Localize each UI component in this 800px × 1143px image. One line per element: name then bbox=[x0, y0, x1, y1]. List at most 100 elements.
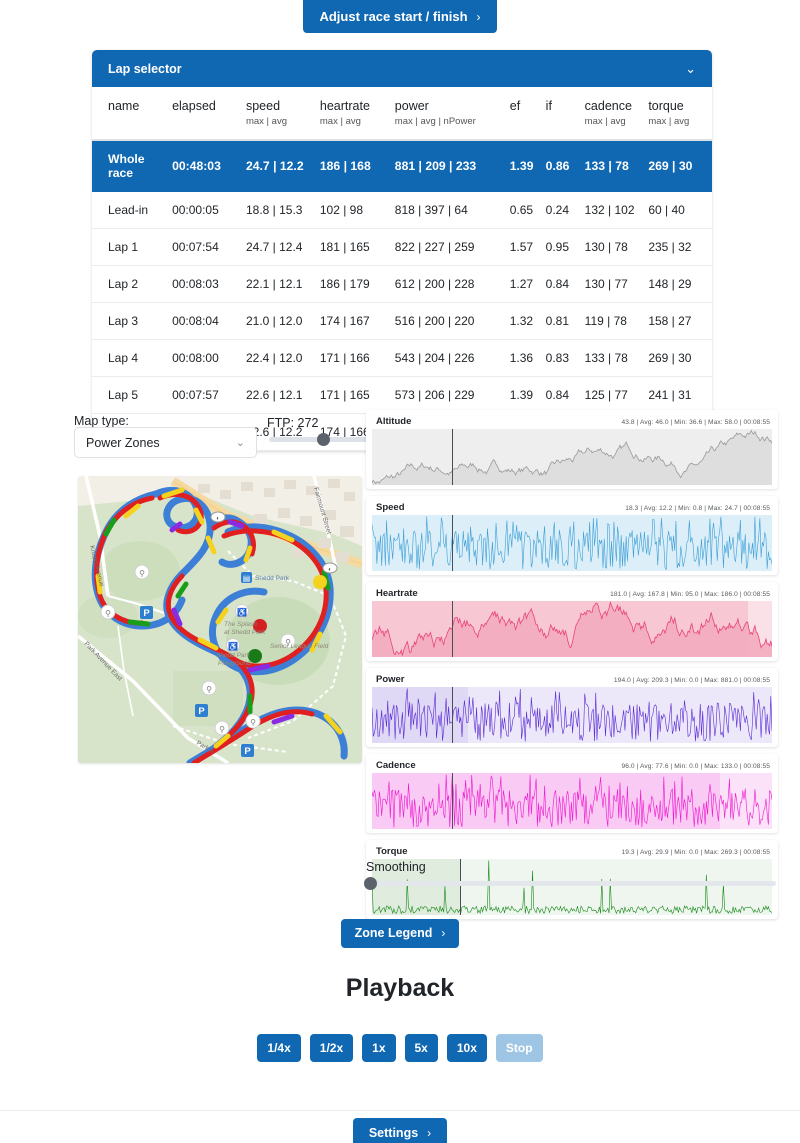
cell-cadence: 125 | 77 bbox=[585, 377, 649, 414]
col-elapsed: elapsed bbox=[172, 87, 246, 140]
smoothing-label: Smoothing bbox=[366, 860, 426, 874]
zone-legend-button[interactable]: Zone Legend › bbox=[341, 919, 460, 948]
table-row[interactable]: Lap 400:08:0022.4 | 12.0171 | 166543 | 2… bbox=[92, 340, 712, 377]
route-map[interactable]: ⚲ ⚲ ⚲ ⚲ ⚲ ⚲ ♿ ♿ P bbox=[78, 476, 362, 763]
cell-elapsed: 00:08:00 bbox=[172, 340, 246, 377]
col-power-label: power bbox=[395, 99, 429, 113]
chevron-right-icon: › bbox=[427, 1127, 431, 1139]
svg-text:P: P bbox=[198, 706, 205, 717]
cell-if: 0.84 bbox=[546, 266, 585, 303]
cell-speed: 22.4 | 12.0 bbox=[246, 340, 320, 377]
chart-cursor-line bbox=[460, 859, 461, 915]
ftp-slider-thumb[interactable] bbox=[317, 433, 330, 446]
table-row[interactable]: Lap 200:08:0322.1 | 12.1186 | 179612 | 2… bbox=[92, 266, 712, 303]
col-heartrate-sub: max | avg bbox=[320, 116, 395, 127]
svg-text:⚲: ⚲ bbox=[139, 569, 145, 578]
cell-if: 0.84 bbox=[546, 377, 585, 414]
cell-elapsed: 00:08:03 bbox=[172, 266, 246, 303]
chart-plot[interactable] bbox=[372, 859, 772, 915]
svg-text:♿: ♿ bbox=[228, 641, 238, 651]
cell-name: Lap 3 bbox=[92, 303, 172, 340]
cell-if: 0.95 bbox=[546, 229, 585, 266]
adjust-label: Adjust race start / finish bbox=[319, 10, 467, 23]
cell-heartrate: 186 | 179 bbox=[320, 266, 395, 303]
cell-cadence: 130 | 77 bbox=[585, 266, 649, 303]
chart-cursor-line bbox=[452, 773, 453, 829]
playback-button-1x[interactable]: 1x bbox=[362, 1034, 395, 1062]
metric-charts-column: Altitude43.8 | Avg: 46.0 | Min: 36.6 | M… bbox=[366, 410, 778, 926]
cell-ef: 1.36 bbox=[510, 340, 546, 377]
chart-title: Speed bbox=[376, 502, 405, 513]
playback-button-5x[interactable]: 5x bbox=[405, 1034, 438, 1062]
playback-button-12x[interactable]: 1/2x bbox=[310, 1034, 353, 1062]
chart-altitude[interactable]: Altitude43.8 | Avg: 46.0 | Min: 36.6 | M… bbox=[366, 410, 778, 489]
chart-title: Heartrate bbox=[376, 588, 418, 599]
col-elapsed-label: elapsed bbox=[172, 99, 216, 113]
chevron-right-icon: › bbox=[441, 927, 445, 939]
chart-stats: 181.0 | Avg: 167.8 | Min: 95.0 | Max: 18… bbox=[610, 591, 770, 598]
lap-selector-header[interactable]: Lap selector ⌄ bbox=[92, 50, 712, 87]
chart-stats: 96.0 | Avg: 77.6 | Min: 0.0 | Max: 133.0… bbox=[621, 763, 770, 770]
cell-cadence: 130 | 78 bbox=[585, 229, 649, 266]
smoothing-slider-thumb[interactable] bbox=[364, 877, 377, 890]
playback-button-14x[interactable]: 1/4x bbox=[257, 1034, 300, 1062]
chart-cursor-line bbox=[452, 687, 453, 743]
svg-text:▤: ▤ bbox=[243, 574, 251, 583]
table-row[interactable]: Lap 100:07:5424.7 | 12.4181 | 165822 | 2… bbox=[92, 229, 712, 266]
chart-title: Torque bbox=[376, 846, 408, 857]
zone-legend-bar: Zone Legend › bbox=[0, 919, 800, 948]
chart-cadence[interactable]: Cadence96.0 | Avg: 77.6 | Min: 0.0 | Max… bbox=[366, 754, 778, 833]
table-row[interactable]: Lap 300:08:0421.0 | 12.0174 | 167516 | 2… bbox=[92, 303, 712, 340]
map-label-playground-2: Playground bbox=[218, 660, 251, 667]
chart-speed[interactable]: Speed18.3 | Avg: 12.2 | Min: 0.8 | Max: … bbox=[366, 496, 778, 575]
cell-torque: 148 | 29 bbox=[648, 266, 712, 303]
cell-name: Lap 2 bbox=[92, 266, 172, 303]
chart-torque[interactable]: Torque19.3 | Avg: 29.9 | Min: 0.0 | Max:… bbox=[366, 840, 778, 919]
playback-button-stop: Stop bbox=[496, 1034, 543, 1062]
cell-ef: 0.65 bbox=[510, 192, 546, 229]
table-row[interactable]: Whole race00:48:0324.7 | 12.2186 | 16888… bbox=[92, 140, 712, 192]
chevron-down-icon: ⌄ bbox=[685, 61, 696, 77]
cell-ef: 1.57 bbox=[510, 229, 546, 266]
settings-button[interactable]: Settings › bbox=[353, 1118, 447, 1143]
cell-speed: 24.7 | 12.2 bbox=[246, 140, 320, 192]
table-row[interactable]: Lap 500:07:5722.6 | 12.1171 | 165573 | 2… bbox=[92, 377, 712, 414]
cell-ef: 1.39 bbox=[510, 140, 546, 192]
cell-cadence: 133 | 78 bbox=[585, 340, 649, 377]
chart-heartrate[interactable]: Heartrate 181.0 | Avg: 167.8 | Min: 95.0 … bbox=[366, 582, 778, 661]
chart-plot[interactable] bbox=[372, 773, 772, 829]
col-speed-sub: max | avg bbox=[246, 116, 320, 127]
cell-name: Whole race bbox=[92, 140, 172, 192]
playback-controls: 1/4x 1/2x 1x 5x 10x Stop bbox=[0, 1034, 800, 1062]
smoothing-slider[interactable] bbox=[364, 881, 776, 886]
cell-if: 0.81 bbox=[546, 303, 585, 340]
chart-plot[interactable] bbox=[372, 515, 772, 571]
cell-name: Lap 4 bbox=[92, 340, 172, 377]
chart-power[interactable]: Power194.0 | Avg: 209.3 | Min: 0.0 | Max… bbox=[366, 668, 778, 747]
svg-text:♿: ♿ bbox=[237, 607, 247, 617]
cell-if: 0.83 bbox=[546, 340, 585, 377]
col-name: name bbox=[92, 87, 172, 140]
adjust-race-start-finish-button[interactable]: Adjust race start / finish › bbox=[303, 0, 496, 33]
chart-plot[interactable] bbox=[372, 601, 772, 657]
chart-cursor-line bbox=[452, 601, 453, 657]
map-label-splash-2: at Shedd Park bbox=[224, 629, 266, 636]
cell-power: 818 | 397 | 64 bbox=[395, 192, 510, 229]
svg-text:⚲: ⚲ bbox=[206, 685, 212, 694]
cell-heartrate: 102 | 98 bbox=[320, 192, 395, 229]
settings-bar: Settings › bbox=[0, 1118, 800, 1143]
cell-cadence: 133 | 78 bbox=[585, 140, 649, 192]
cell-elapsed: 00:00:05 bbox=[172, 192, 246, 229]
map-type-select[interactable]: Power Zones ⌄ bbox=[74, 427, 257, 458]
table-row[interactable]: Lead-in00:00:0518.8 | 15.3102 | 98818 | … bbox=[92, 192, 712, 229]
bottom-divider bbox=[0, 1110, 800, 1111]
chart-plot[interactable] bbox=[372, 687, 772, 743]
svg-text:◐: ◐ bbox=[328, 567, 332, 573]
cell-if: 0.86 bbox=[546, 140, 585, 192]
chart-plot[interactable] bbox=[372, 429, 772, 485]
playback-button-10x[interactable]: 10x bbox=[447, 1034, 487, 1062]
cell-power: 573 | 206 | 229 bbox=[395, 377, 510, 414]
col-cadence-label: cadence bbox=[585, 99, 632, 113]
cell-speed: 18.8 | 15.3 bbox=[246, 192, 320, 229]
chart-stats: 43.8 | Avg: 46.0 | Min: 36.6 | Max: 58.0… bbox=[621, 419, 770, 426]
